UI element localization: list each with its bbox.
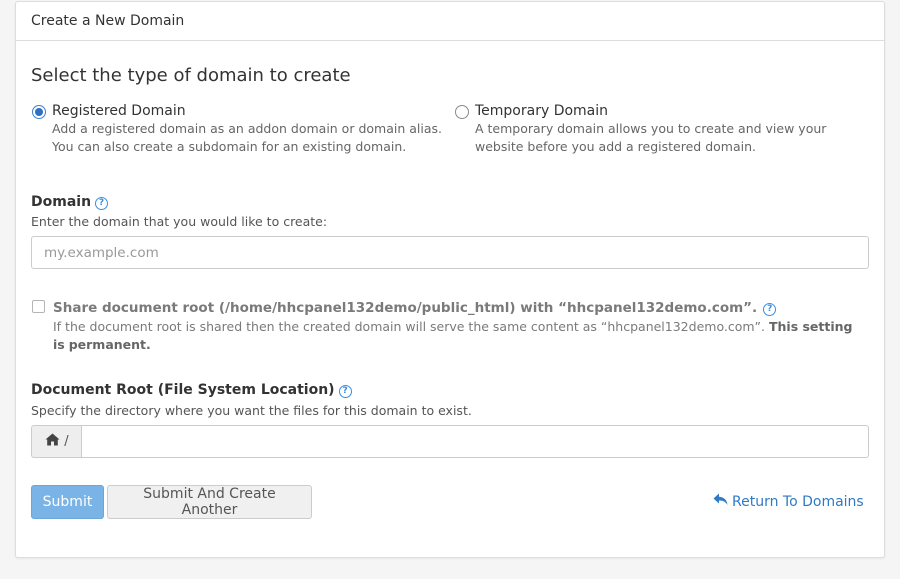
- docroot-label: Document Root (File System Location): [31, 382, 335, 398]
- temporary-domain-radio[interactable]: [455, 105, 469, 119]
- domain-hint: Enter the domain that you would like to …: [31, 214, 328, 229]
- domain-label-row: Domain?: [31, 191, 109, 210]
- return-to-domains-label[interactable]: Return To Domains: [732, 494, 864, 510]
- docroot-addon: /: [31, 425, 82, 458]
- submit-and-create-another-button[interactable]: Submit And Create Another: [107, 485, 312, 519]
- section-title: Select the type of domain to create: [31, 65, 351, 86]
- docroot-hint: Specify the directory where you want the…: [31, 403, 472, 418]
- temporary-domain-title[interactable]: Temporary Domain: [475, 103, 608, 119]
- registered-domain-desc-1: Add a registered domain as an addon doma…: [52, 121, 442, 136]
- docroot-input[interactable]: [81, 425, 869, 458]
- share-docroot-label-row: Share document root (/home/hhcpanel132de…: [53, 297, 777, 316]
- share-docroot-help-icon[interactable]: ?: [763, 303, 777, 316]
- temporary-domain-desc-2: website before you add a registered doma…: [475, 139, 756, 154]
- registered-domain-desc-2: You can also create a subdomain for an e…: [52, 139, 407, 154]
- domain-label: Domain: [31, 194, 92, 210]
- temporary-domain-desc-1: A temporary domain allows you to create …: [475, 121, 827, 136]
- domain-help-icon[interactable]: ?: [95, 197, 109, 210]
- docroot-label-row: Document Root (File System Location)?: [31, 379, 352, 398]
- return-to-domains-link[interactable]: Return To Domains: [713, 493, 864, 510]
- registered-domain-radio[interactable]: [32, 105, 46, 119]
- submit-button[interactable]: Submit: [31, 485, 104, 519]
- reply-icon: [713, 493, 728, 510]
- share-docroot-note: If the document root is shared then the …: [53, 318, 853, 354]
- docroot-addon-slash: /: [64, 434, 69, 449]
- registered-domain-title[interactable]: Registered Domain: [52, 103, 186, 119]
- create-domain-panel: Create a New Domain Select the type of d…: [15, 1, 885, 558]
- domain-input[interactable]: [31, 236, 869, 269]
- share-docroot-label[interactable]: Share document root (/home/hhcpanel132de…: [53, 300, 757, 316]
- share-docroot-checkbox[interactable]: [32, 300, 45, 313]
- home-icon: [45, 433, 60, 450]
- share-docroot-note-text: If the document root is shared then the …: [53, 319, 765, 334]
- panel-title: Create a New Domain: [16, 2, 884, 41]
- docroot-help-icon[interactable]: ?: [338, 385, 352, 398]
- share-docroot-note-bold-2: permanent.: [68, 337, 151, 352]
